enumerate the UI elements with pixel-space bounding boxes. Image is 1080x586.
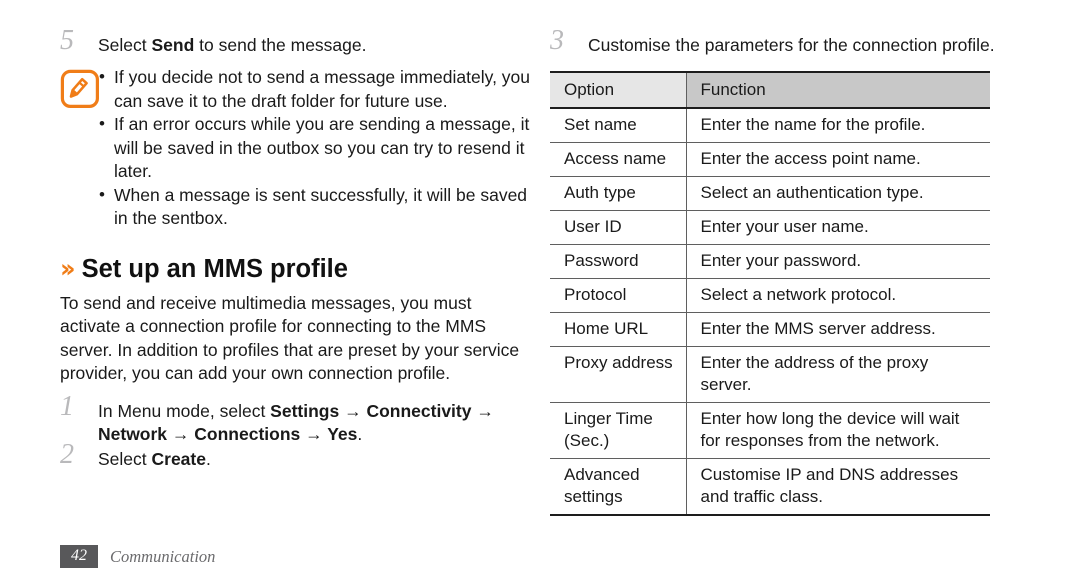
note-bullet: If an error occurs while you are sending… — [98, 112, 540, 184]
step-text-after: . — [357, 423, 363, 444]
step-bold-term: Create — [151, 448, 206, 469]
cell-option: Password — [550, 244, 687, 279]
step-bold-term: Settings — [270, 400, 340, 421]
table-row: Auth type Select an authentication type. — [550, 176, 990, 211]
table-row: Advanced settings Customise IP and DNS a… — [550, 458, 990, 516]
cell-function: Select a network protocol. — [686, 278, 990, 313]
cell-option: Home URL — [550, 312, 687, 347]
step-3: 3 Customise the parameters for the conne… — [550, 27, 1022, 57]
cell-option: Auth type — [550, 176, 687, 211]
table-row: Linger Time (Sec.) Enter how long the de… — [550, 402, 990, 459]
cell-function: Enter the MMS server address. — [686, 312, 990, 347]
step-number: 1 — [60, 390, 74, 422]
note-bullet-list: If you decide not to send a message imme… — [98, 65, 540, 231]
step-text-after: . — [205, 448, 211, 469]
arrow-glyph: → — [167, 423, 195, 444]
double-chevron-icon: ›› — [60, 253, 75, 283]
note-pencil-icon — [60, 69, 100, 109]
step-bold-term: Network — [98, 423, 168, 444]
manual-page: 5 Select Send to send the message. If yo… — [0, 0, 1080, 586]
table-row: Set name Enter the name for the profile. — [550, 108, 990, 143]
cell-function: Select an authentication type. — [686, 176, 990, 211]
cell-option: Access name — [550, 142, 687, 177]
step-text: In Menu mode, select Settings → Connecti… — [98, 401, 494, 444]
section-heading: ›› Set up an MMS profile — [60, 255, 540, 283]
page-number-badge: 42 — [60, 545, 98, 568]
step-text-before: Select — [98, 448, 152, 469]
cell-option: User ID — [550, 210, 687, 245]
table-body: Set name Enter the name for the profile.… — [550, 108, 990, 516]
step-text: Select Create. — [98, 449, 211, 469]
table-row: Protocol Select a network protocol. — [550, 278, 990, 313]
cell-function: Enter the address of the proxy server. — [686, 346, 990, 403]
step-bold-term: Yes — [327, 423, 358, 444]
step-text: Select Send to send the message. — [98, 35, 367, 55]
step-bold-term: Connectivity — [366, 400, 472, 421]
right-column: 3 Customise the parameters for the conne… — [550, 27, 1022, 516]
arrow-glyph: → — [300, 423, 328, 444]
section-paragraph: To send and receive multimedia messages,… — [60, 292, 520, 384]
table-row: Proxy address Enter the address of the p… — [550, 346, 990, 403]
arrow-glyph: → — [339, 400, 367, 421]
step-number: 3 — [550, 25, 564, 56]
step-number: 2 — [60, 438, 74, 470]
cell-function: Customise IP and DNS addresses and traff… — [686, 458, 990, 516]
step-text-before: Select — [98, 35, 152, 55]
options-table: Option Function Set name Enter the name … — [550, 71, 990, 516]
arrow-glyph: → — [471, 400, 494, 421]
section-title: Set up an MMS profile — [81, 254, 348, 283]
note-bullet: When a message is sent successfully, it … — [98, 183, 540, 231]
cell-function: Enter your user name. — [686, 210, 990, 245]
cell-option: Proxy address — [550, 346, 687, 403]
note-box: If you decide not to send a message imme… — [60, 65, 540, 231]
table-row: Home URL Enter the MMS server address. — [550, 312, 990, 347]
cell-option: Advanced settings — [550, 458, 687, 516]
step-text-before: In Menu mode, select — [98, 400, 271, 421]
column-header-function: Function — [686, 71, 990, 109]
cell-function: Enter how long the device will wait for … — [686, 402, 990, 459]
step-number: 5 — [60, 25, 74, 56]
table-row: Access name Enter the access point name. — [550, 142, 990, 177]
step-text: Customise the parameters for the connect… — [588, 35, 995, 55]
step-1: 1 In Menu mode, select Settings → Connec… — [60, 392, 540, 446]
column-header-option: Option — [550, 71, 687, 109]
cell-function: Enter the access point name. — [686, 142, 990, 177]
table-row: User ID Enter your user name. — [550, 210, 990, 245]
table-row: Password Enter your password. — [550, 244, 990, 279]
table-header: Option Function — [550, 71, 990, 109]
step-2: 2 Select Create. — [60, 440, 540, 471]
cell-option: Protocol — [550, 278, 687, 313]
left-column: 5 Select Send to send the message. If yo… — [60, 27, 540, 473]
step-bold-term: Send — [151, 35, 195, 55]
page-footer: 42 Communication — [60, 545, 215, 568]
cell-option: Linger Time (Sec.) — [550, 402, 687, 459]
step-bold-term: Connections — [194, 423, 301, 444]
cell-function: Enter your password. — [686, 244, 990, 279]
chapter-label: Communication — [110, 546, 216, 566]
step-5: 5 Select Send to send the message. — [60, 27, 540, 57]
note-bullet: If you decide not to send a message imme… — [98, 65, 540, 113]
table-header-row: Option Function — [550, 71, 990, 109]
step-text-after: to send the message. — [194, 35, 367, 55]
cell-function: Enter the name for the profile. — [686, 108, 990, 143]
cell-option: Set name — [550, 108, 687, 143]
